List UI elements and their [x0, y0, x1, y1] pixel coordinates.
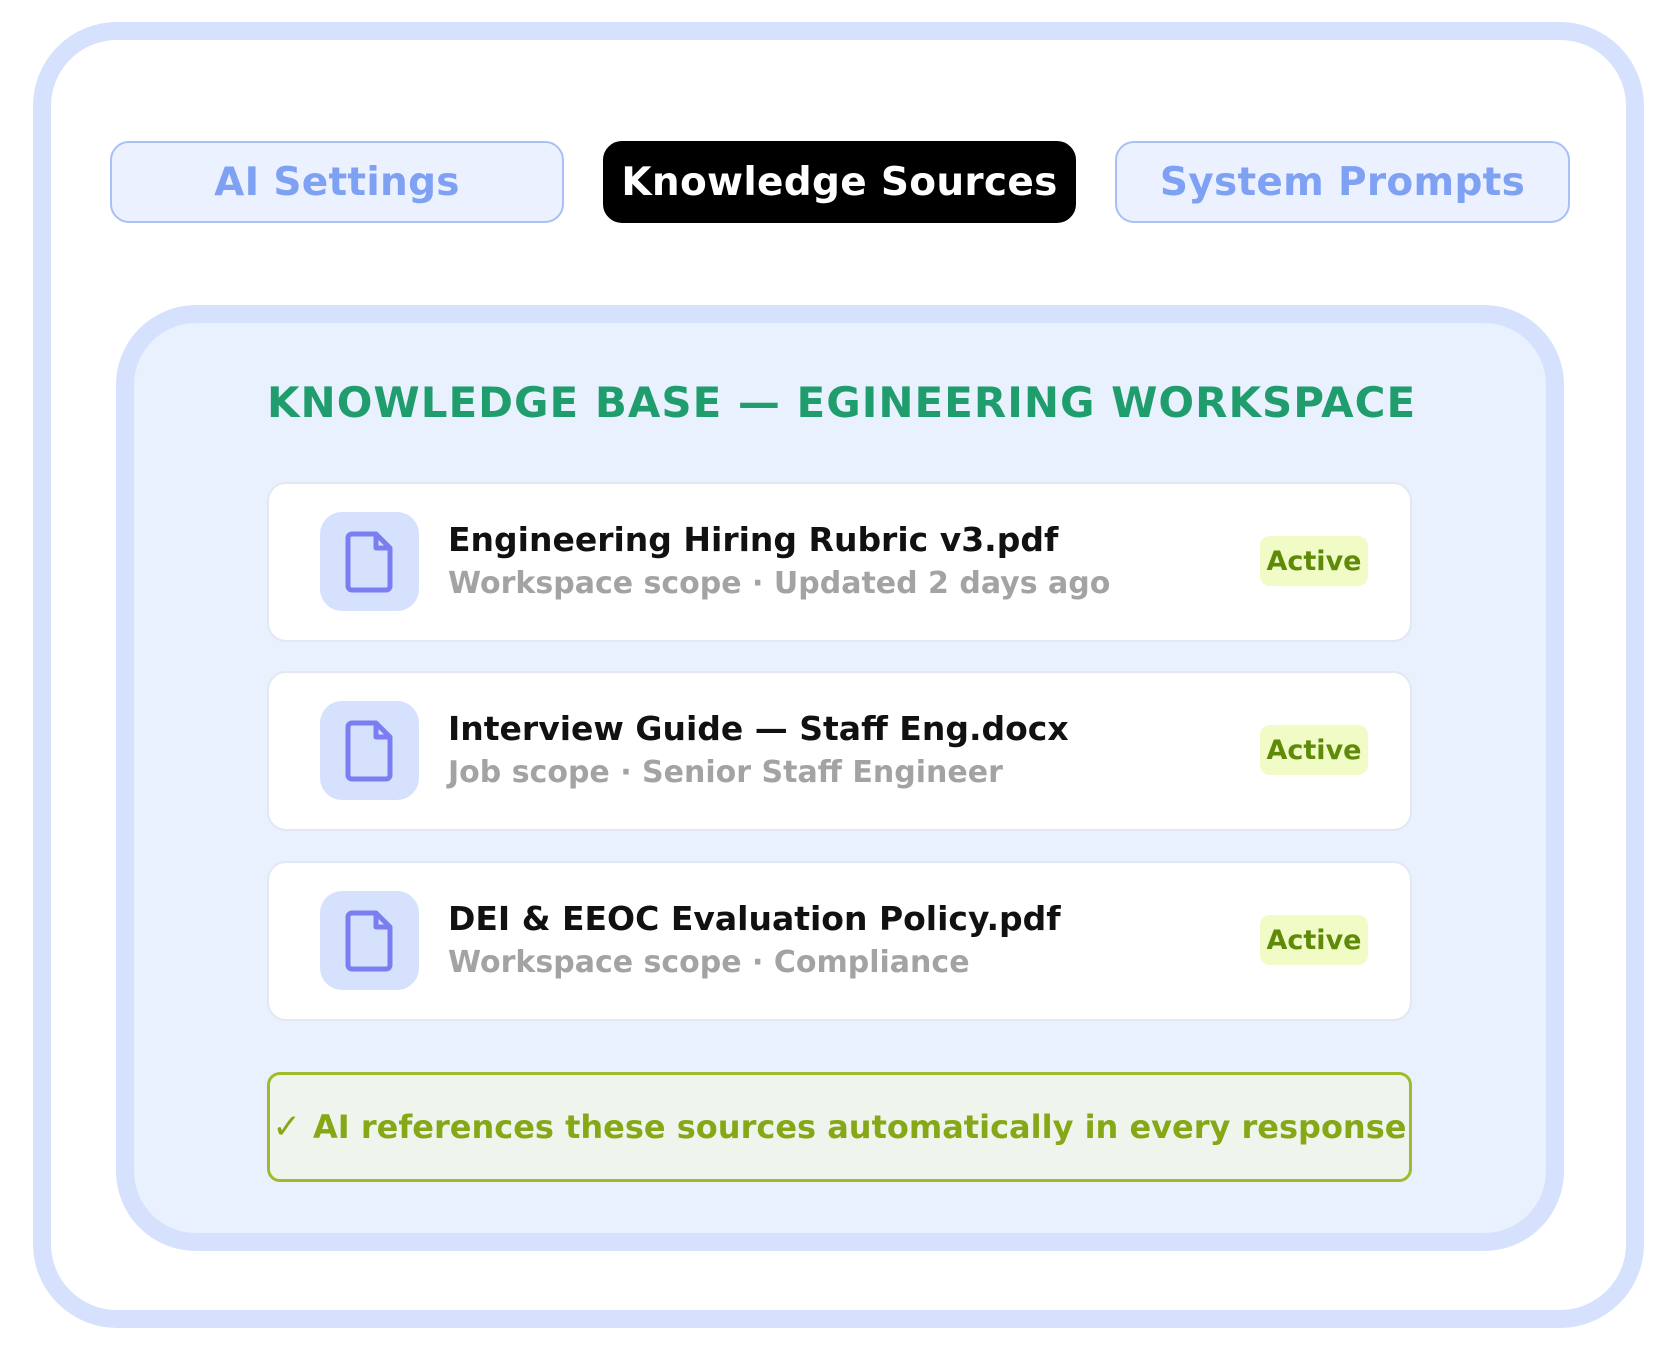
panel-title: KNOWLEDGE BASE — EGINEERING WORKSPACE — [267, 378, 1417, 427]
document-icon — [320, 701, 419, 800]
status-badge: Active — [1260, 725, 1368, 775]
auto-reference-banner: ✓ AI references these sources automatica… — [267, 1072, 1412, 1182]
document-card[interactable]: DEI & EEOC Evaluation Policy.pdf Workspa… — [267, 861, 1412, 1021]
document-meta: Workspace scope · Compliance — [448, 945, 970, 980]
document-name: DEI & EEOC Evaluation Policy.pdf — [448, 899, 1061, 938]
document-name: Interview Guide — Staff Eng.docx — [448, 709, 1069, 748]
tab-system-prompts[interactable]: System Prompts — [1115, 141, 1570, 223]
document-card[interactable]: Engineering Hiring Rubric v3.pdf Workspa… — [267, 482, 1412, 642]
banner-text: AI references these sources automaticall… — [313, 1108, 1407, 1146]
document-meta: Workspace scope · Updated 2 days ago — [448, 566, 1111, 601]
status-badge: Active — [1260, 536, 1368, 586]
document-name: Engineering Hiring Rubric v3.pdf — [448, 520, 1059, 559]
document-card[interactable]: Interview Guide — Staff Eng.docx Job sco… — [267, 671, 1412, 831]
document-icon — [320, 512, 419, 611]
document-icon — [320, 891, 419, 990]
checkmark-icon: ✓ — [272, 1107, 302, 1147]
document-meta: Job scope · Senior Staff Engineer — [448, 755, 1003, 790]
tab-knowledge-sources[interactable]: Knowledge Sources — [603, 141, 1076, 223]
status-badge: Active — [1260, 915, 1368, 965]
tab-ai-settings[interactable]: AI Settings — [110, 141, 564, 223]
